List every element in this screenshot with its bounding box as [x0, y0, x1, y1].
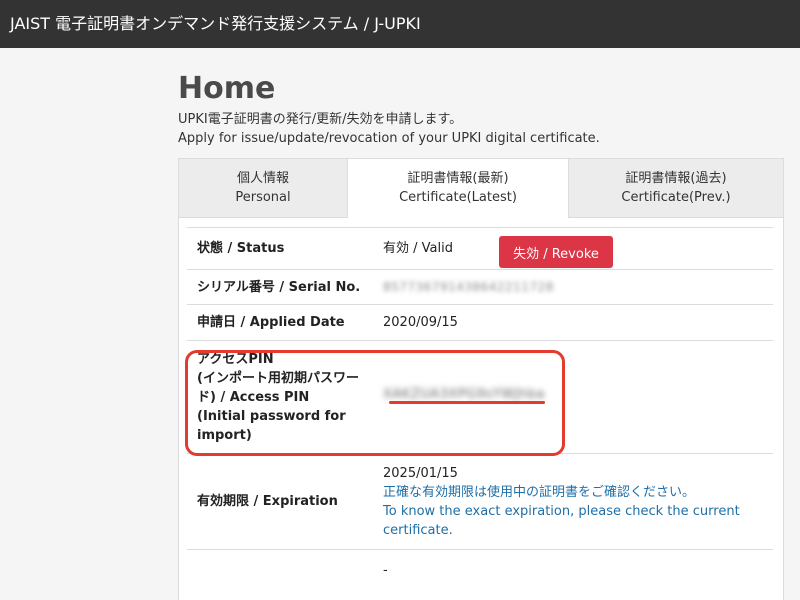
- page-intro: UPKI電子証明書の発行/更新/失効を申請します。 Apply for issu…: [178, 110, 784, 148]
- certificate-table: 状態 / Status 有効 / Valid 失効 / Revoke シリアル番…: [187, 227, 773, 590]
- tab-certificate-prev[interactable]: 証明書情報(過去) Certificate(Prev.): [569, 159, 783, 217]
- tab-personal[interactable]: 個人情報 Personal: [179, 159, 347, 217]
- pin-label-line: ド) / Access PIN: [197, 389, 310, 405]
- table-row-applied-date: 申請日 / Applied Date 2020/09/15: [187, 305, 773, 341]
- tab-prev-label-en: Certificate(Prev.): [621, 190, 731, 205]
- page-title: Home: [178, 71, 276, 106]
- pin-label-line: import): [197, 427, 252, 443]
- app-title: JAIST 電子証明書オンデマンド発行支援システム / J-UPKI: [10, 14, 421, 33]
- intro-ja: UPKI電子証明書の発行/更新/失効を申請します。: [178, 112, 463, 127]
- serial-label: シリアル番号 / Serial No.: [197, 279, 361, 295]
- pin-label-line: (Initial password for: [197, 408, 346, 424]
- tab-personal-label-ja: 個人情報: [236, 171, 289, 186]
- serial-value: 857736791438642211728: [383, 279, 554, 294]
- access-pin-value: XAKZUA3XPG9sYWJhba: [383, 386, 545, 402]
- pin-label-line: アクセスPIN: [197, 351, 274, 367]
- intro-en: Apply for issue/update/revocation of you…: [178, 131, 600, 146]
- table-row-extra: -: [187, 550, 773, 590]
- app-header: JAIST 電子証明書オンデマンド発行支援システム / J-UPKI: [0, 0, 800, 48]
- table-row-expiration: 有効期限 / Expiration 2025/01/15 正確な有効期限は使用中…: [187, 454, 773, 550]
- expiration-date: 2025/01/15: [383, 465, 458, 481]
- tab-latest-label-en: Certificate(Latest): [399, 190, 517, 205]
- status-value: 有効 / Valid: [383, 241, 453, 256]
- access-pin-label: アクセスPIN (インポート用初期パスワー ド) / Access PIN (I…: [187, 350, 383, 445]
- table-row-status: 状態 / Status 有効 / Valid 失効 / Revoke: [187, 227, 773, 270]
- extra-value: -: [383, 562, 388, 578]
- expiration-note-ja: 正確な有効期限は使用中の証明書をご確認ください。: [383, 484, 696, 500]
- expiration-note-en-2: certificate.: [383, 522, 453, 538]
- table-row-serial: シリアル番号 / Serial No. 85773679143864221172…: [187, 270, 773, 305]
- applied-date-label: 申請日 / Applied Date: [197, 315, 345, 330]
- tab-bar: 個人情報 Personal 証明書情報(最新) Certificate(Late…: [179, 159, 783, 218]
- tab-latest-label-ja: 証明書情報(最新): [407, 171, 509, 186]
- tab-personal-label-en: Personal: [235, 190, 291, 205]
- revoke-button[interactable]: 失効 / Revoke: [499, 236, 613, 268]
- applied-date-value: 2020/09/15: [383, 315, 458, 330]
- expiration-label: 有効期限 / Expiration: [197, 494, 338, 509]
- tab-certificate-latest[interactable]: 証明書情報(最新) Certificate(Latest): [347, 159, 569, 218]
- main-content: Home UPKI電子証明書の発行/更新/失効を申請します。 Apply for…: [178, 70, 784, 148]
- pin-underline-annotation: [389, 401, 545, 404]
- tab-prev-label-ja: 証明書情報(過去): [625, 171, 727, 186]
- status-label: 状態 / Status: [197, 241, 285, 256]
- certificate-card: 個人情報 Personal 証明書情報(最新) Certificate(Late…: [178, 158, 784, 600]
- table-row-access-pin: アクセスPIN (インポート用初期パスワー ド) / Access PIN (I…: [187, 341, 773, 454]
- pin-label-line: (インポート用初期パスワー: [197, 370, 359, 386]
- expiration-note-en-1: To know the exact expiration, please che…: [383, 503, 740, 519]
- access-pin-cell: XAKZUA3XPG9sYWJhba: [383, 385, 545, 410]
- expiration-cell: 2025/01/15 正確な有効期限は使用中の証明書をご確認ください。 To k…: [383, 464, 740, 540]
